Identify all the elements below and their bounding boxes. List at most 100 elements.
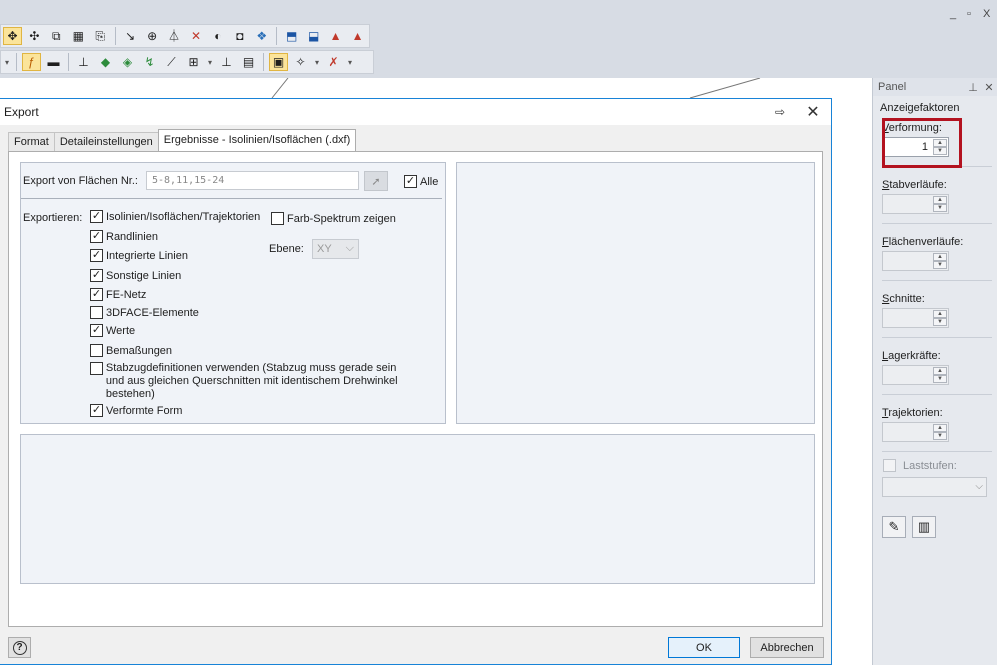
- tab-detaileinstellungen[interactable]: Detaileinstellungen: [53, 132, 159, 151]
- spin-up-icon[interactable]: ▲: [933, 424, 947, 432]
- panel-icon[interactable]: ▣: [269, 53, 288, 71]
- werte-checkbox[interactable]: ✓: [90, 324, 103, 337]
- sonstige-linien-checkbox[interactable]: ✓: [90, 269, 103, 282]
- lock-icon[interactable]: ◐: [208, 27, 227, 45]
- export-dialog: Export ⇨ ✕ Format Detaileinstellungen Er…: [0, 98, 832, 665]
- copy-icon[interactable]: ⎘: [91, 27, 110, 45]
- select-cursor-icon[interactable]: ➚: [364, 171, 388, 191]
- pdf-icon[interactable]: ▲: [326, 27, 345, 45]
- highlight-box: [882, 118, 962, 168]
- grid2-icon[interactable]: ⊞: [184, 53, 203, 71]
- laststufen-checkbox[interactable]: [883, 459, 896, 472]
- stabverlaeufe-spinner[interactable]: ▲ ▼: [882, 194, 949, 214]
- pdf2-icon[interactable]: ▲: [348, 27, 367, 45]
- table-icon[interactable]: ▥: [912, 516, 936, 538]
- ebene-select[interactable]: XY ⌵: [312, 239, 359, 259]
- spin-up-icon[interactable]: ▲: [933, 310, 947, 318]
- chevron-down-icon[interactable]: ▾: [206, 58, 214, 67]
- layer-icon[interactable]: ⟋: [162, 53, 181, 71]
- 3dface-checkbox[interactable]: [90, 306, 103, 319]
- function-icon[interactable]: ƒ: [22, 53, 41, 71]
- bemassungen-checkbox[interactable]: [90, 344, 103, 357]
- spin-down-icon[interactable]: ▼: [933, 204, 947, 212]
- edit-icon[interactable]: ✎: [882, 516, 906, 538]
- lagerkraefte-group: Lagerkräfte: ▲ ▼: [882, 350, 997, 385]
- flaechenverlaeufe-label: Flächenverläufe:: [882, 236, 964, 248]
- farb-spektrum-checkbox[interactable]: [271, 212, 284, 225]
- tab-format[interactable]: Format: [8, 132, 55, 151]
- ebene-label: Ebene:: [269, 243, 304, 255]
- randlinien-label: Randlinien: [106, 230, 158, 243]
- integrierte-linien-checkbox[interactable]: ✓: [90, 249, 103, 262]
- close-icon[interactable]: X: [983, 8, 990, 20]
- option-fe-netz: ✓ FE-Netz: [90, 288, 146, 301]
- schnitte-spinner[interactable]: ▲ ▼: [882, 308, 949, 328]
- ebene-value: XY: [317, 243, 332, 255]
- wand-icon[interactable]: ✧: [291, 53, 310, 71]
- stabzug-checkbox[interactable]: [90, 362, 103, 375]
- toolbar-row-1: ✥ ✣ ⧉ ▦ ⎘ ↘ ⊕ ⏃ ✕ ◐ ◘ ❖ ⬒ ⬓ ▲ ▲: [0, 24, 370, 48]
- option-verformte-form: ✓ Verformte Form: [90, 404, 182, 417]
- cancel-button[interactable]: Abbrechen: [750, 637, 824, 658]
- alle-label: Alle: [420, 175, 439, 188]
- separator: [276, 27, 278, 45]
- spin-down-icon[interactable]: ▼: [933, 318, 947, 326]
- laststufen-select[interactable]: ⌵: [882, 477, 987, 497]
- chevron-down-icon[interactable]: ▾: [313, 58, 321, 67]
- pin-icon[interactable]: ⊥: [965, 81, 981, 94]
- solid-icon[interactable]: ◈: [118, 53, 137, 71]
- spin-up-icon[interactable]: ▲: [933, 196, 947, 204]
- nodes-icon[interactable]: ❖: [252, 27, 271, 45]
- alle-checkbox[interactable]: ✓: [404, 175, 417, 188]
- app-toolbar-area: _ ▫ X ✥ ✣ ⧉ ▦ ⎘ ↘ ⊕ ⏃ ✕ ◐ ◘ ❖ ⬒ ⬓ ▲ ▲ ▾ …: [0, 0, 997, 78]
- load-icon[interactable]: ↯: [140, 53, 159, 71]
- spin-up-icon[interactable]: ▲: [933, 367, 947, 375]
- surface-icon[interactable]: ◆: [96, 53, 115, 71]
- support2-icon[interactable]: ⊥: [217, 53, 236, 71]
- flaechen-input[interactable]: 5-8,11,15-24: [146, 171, 359, 190]
- spin-up-icon[interactable]: ▲: [933, 253, 947, 261]
- chevron-down-icon[interactable]: ▾: [346, 58, 354, 67]
- cross-icon[interactable]: ✕: [187, 27, 206, 45]
- export2-icon[interactable]: ⬓: [304, 27, 323, 45]
- spin-down-icon[interactable]: ▼: [933, 375, 947, 383]
- table-icon[interactable]: ▤: [239, 53, 258, 71]
- help-button[interactable]: ?: [8, 637, 31, 658]
- lagerkraefte-spinner[interactable]: ▲ ▼: [882, 365, 949, 385]
- verformte-form-checkbox[interactable]: ✓: [90, 404, 103, 417]
- move-icon[interactable]: ✥: [3, 27, 22, 45]
- minimize-icon[interactable]: _: [950, 8, 956, 20]
- ok-button[interactable]: OK: [668, 637, 740, 658]
- grid-icon[interactable]: ▦: [69, 27, 88, 45]
- close-icon[interactable]: ✕: [981, 81, 997, 94]
- connect-icon[interactable]: ↘: [121, 27, 140, 45]
- export-icon[interactable]: ⬒: [282, 27, 301, 45]
- restore-icon[interactable]: ⇨: [765, 105, 795, 119]
- support-icon[interactable]: ⊥: [74, 53, 93, 71]
- close-icon[interactable]: ✕: [795, 102, 831, 122]
- fe-netz-checkbox[interactable]: ✓: [90, 288, 103, 301]
- divider: [21, 198, 442, 199]
- verformte-form-label: Verformte Form: [106, 404, 183, 417]
- alle-row: ✓ Alle: [404, 175, 438, 188]
- tab-ergebnisse[interactable]: Ergebnisse - Isolinien/Isoflächen (.dxf): [157, 129, 357, 151]
- isolinien-checkbox[interactable]: ✓: [90, 210, 103, 223]
- flaechenverlaeufe-spinner[interactable]: ▲ ▼: [882, 251, 949, 271]
- spin-down-icon[interactable]: ▼: [933, 432, 947, 440]
- section-icon[interactable]: ⏃: [165, 27, 184, 45]
- spin-down-icon[interactable]: ▼: [933, 261, 947, 269]
- divide-icon[interactable]: ⊕: [143, 27, 162, 45]
- camera-icon[interactable]: ◘: [230, 27, 249, 45]
- delete-icon[interactable]: ✗: [324, 53, 343, 71]
- options-group: Export von Flächen Nr.: 5-8,11,15-24 ➚ ✓…: [20, 162, 446, 424]
- rotate-icon[interactable]: ✣: [25, 27, 44, 45]
- restore-icon[interactable]: ▫: [967, 8, 971, 20]
- chevron-down-icon: ⌵: [345, 242, 354, 254]
- member-icon[interactable]: ▬: [44, 53, 63, 71]
- chevron-down-icon[interactable]: ▾: [3, 58, 11, 67]
- mirror-icon[interactable]: ⧉: [47, 27, 66, 45]
- panel-header: Panel ⊥ ✕: [873, 78, 997, 96]
- separator: [16, 53, 17, 71]
- trajektorien-spinner[interactable]: ▲ ▼: [882, 422, 949, 442]
- randlinien-checkbox[interactable]: ✓: [90, 230, 103, 243]
